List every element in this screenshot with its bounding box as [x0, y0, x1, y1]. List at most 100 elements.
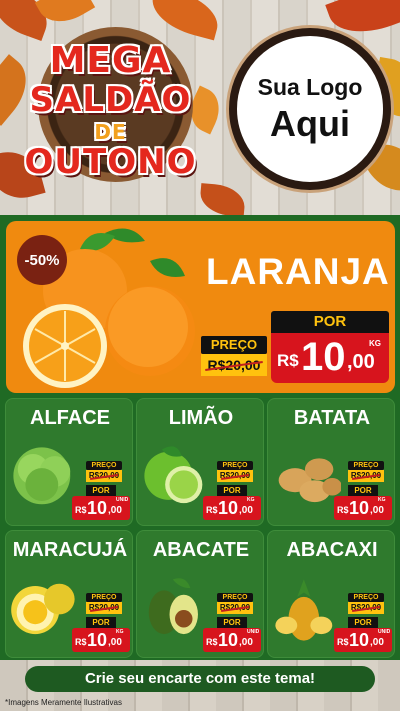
new-price-block: POR R$ 10 ,00 KG — [72, 617, 130, 652]
price-decimal: ,00 — [370, 505, 384, 516]
preco-label: PREÇO — [217, 593, 253, 602]
discount-badge: -50% — [17, 235, 67, 285]
price-unit: KG — [247, 497, 255, 503]
featured-old-price-block: PREÇO R$20,00 — [201, 336, 267, 376]
por-label: POR — [271, 311, 389, 333]
product-name: ALFACE — [30, 407, 110, 429]
new-price: R$ 10 ,00 UNID — [203, 628, 261, 652]
por-label: POR — [348, 617, 378, 628]
new-price: R$ 10 ,00 KG — [72, 628, 130, 652]
old-price: R$20,00 — [86, 470, 122, 482]
price-integer: 10 — [349, 630, 370, 650]
price-integer: 10 — [87, 630, 108, 650]
price-integer: 10 — [218, 498, 239, 518]
price-integer: 10 — [301, 335, 346, 379]
currency: R$ — [206, 637, 218, 647]
product-card[interactable]: ABACAXI PREÇO R$20,00 POR R$ 10 ,00 UNID — [267, 530, 395, 658]
product-name: LIMÃO — [168, 407, 234, 429]
preco-label: PREÇO — [348, 461, 384, 470]
old-price-block: PREÇO R$20,00 — [348, 461, 384, 482]
product-card[interactable]: BATATA PREÇO R$20,00 POR R$ 10 ,00 KG — [267, 398, 395, 526]
new-price-block: POR R$ 10 ,00 KG — [203, 485, 261, 520]
price-unit: UNID — [378, 629, 391, 635]
lime-icon — [144, 446, 203, 504]
currency: R$ — [206, 505, 218, 515]
price-decimal: ,00 — [108, 637, 122, 648]
price-decimal: ,00 — [347, 351, 375, 373]
logo-placeholder[interactable]: Sua Logo Aqui — [229, 28, 391, 190]
featured-product-name: LARANJA — [206, 251, 390, 292]
old-price: R$20,00 — [348, 602, 384, 614]
old-price-block: PREÇO R$20,00 — [86, 593, 122, 614]
product-card[interactable]: ABACATE PREÇO R$20,00 POR R$ 10 ,00 UNID — [136, 530, 264, 658]
featured-product-card[interactable]: -50% LARANJA PREÇO R$20,00 POR R$ 10 ,00… — [6, 221, 395, 393]
preco-label: PREÇO — [201, 336, 267, 354]
badge-line-1: MEGA — [49, 40, 172, 81]
new-price-block: POR R$ 10 ,00 UNID — [203, 617, 261, 652]
currency: R$ — [337, 637, 349, 647]
product-card[interactable]: LIMÃO PREÇO R$20,00 POR R$ 10 ,00 KG — [136, 398, 264, 526]
product-name: MARACUJÁ — [12, 539, 128, 561]
badge-line-4: OUTONO — [24, 142, 197, 182]
price-integer: 10 — [349, 498, 370, 518]
por-label: POR — [217, 485, 247, 496]
new-price: R$ 10 ,00 UNID — [72, 496, 130, 520]
por-label: POR — [217, 617, 247, 628]
price-unit: KG — [378, 497, 386, 503]
mega-saldao-badge: MEGA SALDÃO DE OUTONO — [8, 12, 213, 202]
price-unit: UNID — [247, 629, 260, 635]
currency: R$ — [75, 637, 87, 647]
lettuce-icon — [13, 447, 71, 505]
price-decimal: ,00 — [108, 505, 122, 516]
new-price: R$ 10 ,00 KG — [334, 496, 392, 520]
preco-label: PREÇO — [348, 593, 384, 602]
por-label: POR — [86, 485, 116, 496]
product-name: ABACATE — [152, 539, 250, 561]
old-price-block: PREÇO R$20,00 — [217, 461, 253, 482]
old-price: R$20,00 — [217, 602, 253, 614]
product-card[interactable]: ALFACE PREÇO R$20,00 POR R$ 10 ,00 UNID — [5, 398, 133, 526]
price-unit: KG — [116, 629, 124, 635]
new-price: R$ 10 ,00 KG — [271, 333, 389, 383]
hero-banner: MEGA SALDÃO DE OUTONO Sua Logo Aqui — [0, 0, 400, 215]
new-price-block: POR R$ 10 ,00 KG — [334, 485, 392, 520]
price-decimal: ,00 — [239, 637, 253, 648]
currency: R$ — [337, 505, 349, 515]
potato-icon — [278, 458, 341, 503]
badge-line-2: SALDÃO — [29, 80, 192, 120]
logo-text-line-1: Sua Logo — [257, 73, 363, 100]
preco-label: PREÇO — [86, 593, 122, 602]
product-name: BATATA — [293, 407, 371, 429]
logo-text-line-2: Aqui — [270, 102, 350, 144]
old-price-block: PREÇO R$20,00 — [348, 593, 384, 614]
old-price: R$20,00 — [348, 470, 384, 482]
price-unit: UNID — [116, 497, 129, 503]
old-price: R$20,00 — [86, 602, 122, 614]
old-price: R$20,00 — [217, 470, 253, 482]
price-decimal: ,00 — [370, 637, 384, 648]
passion-fruit-icon — [11, 583, 75, 635]
price-decimal: ,00 — [239, 505, 253, 516]
currency: R$ — [277, 351, 299, 370]
price-integer: 10 — [218, 630, 239, 650]
avocado-icon — [148, 578, 198, 635]
product-card[interactable]: MARACUJÁ PREÇO R$20,00 POR R$ 10 ,00 KG — [5, 530, 133, 658]
price-integer: 10 — [87, 498, 108, 518]
currency: R$ — [75, 505, 87, 515]
por-label: POR — [86, 617, 116, 628]
old-price-block: PREÇO R$20,00 — [217, 593, 253, 614]
new-price-block: POR R$ 10 ,00 UNID — [334, 617, 392, 652]
old-price-block: PREÇO R$20,00 — [86, 461, 122, 482]
new-price: R$ 10 ,00 UNID — [334, 628, 392, 652]
preco-label: PREÇO — [86, 461, 122, 470]
new-price-block: POR R$ 10 ,00 UNID — [72, 485, 130, 520]
cta-banner[interactable]: Crie seu encarte com este tema! — [25, 666, 375, 692]
old-price: R$20,00 — [201, 354, 267, 376]
preco-label: PREÇO — [217, 461, 253, 470]
price-unit: KG — [369, 339, 381, 348]
featured-new-price-block: POR R$ 10 ,00 KG — [271, 311, 389, 383]
disclaimer-text: *Imagens Meramente Ilustrativas — [5, 698, 122, 707]
product-name: ABACAXI — [286, 539, 378, 561]
badge-line-3: DE — [94, 120, 127, 144]
por-label: POR — [348, 485, 378, 496]
